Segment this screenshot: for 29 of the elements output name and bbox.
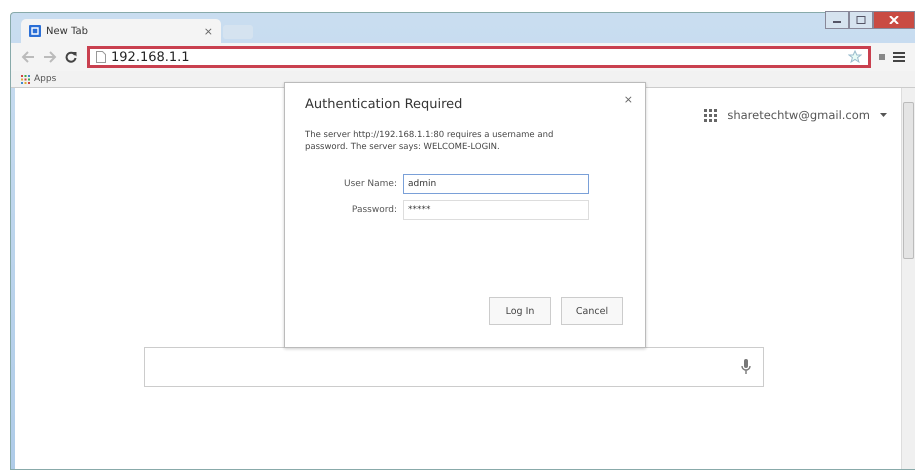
browser-tab[interactable]: New Tab ×	[21, 19, 221, 43]
page-icon	[96, 51, 106, 63]
reload-icon[interactable]	[65, 51, 77, 63]
star-icon[interactable]	[848, 50, 862, 64]
apps-bookmark[interactable]: Apps	[21, 74, 56, 84]
field-label: Password:	[350, 204, 397, 215]
close-icon	[889, 16, 899, 24]
close-dialog-button[interactable]: ×	[624, 93, 633, 106]
microphone-icon[interactable]	[741, 359, 751, 375]
account-email[interactable]: sharetechtw@gmail.com	[727, 108, 870, 122]
menu-icon[interactable]	[893, 52, 905, 62]
close-tab-button[interactable]: ×	[204, 24, 213, 38]
minimize-button[interactable]	[825, 11, 849, 29]
dialog-message: The server http://192.168.1.1:80 requires a username and password. The server says: WELCOME-LOGIN.	[305, 130, 554, 154]
maximize-icon	[856, 16, 866, 24]
apps-grid-icon	[21, 74, 30, 84]
close-window-button[interactable]	[873, 11, 915, 29]
dialog-button[interactable]: Cancel	[561, 297, 623, 325]
input-field[interactable]: *****	[403, 200, 589, 220]
page-icon	[29, 25, 41, 37]
caret-icon[interactable]	[880, 113, 887, 117]
dialog-title: Authentication Required	[305, 97, 462, 112]
address-bar[interactable]: 192.168.1.1	[87, 46, 871, 68]
input-field[interactable]: admin	[403, 174, 589, 194]
field-label: User Name:	[343, 178, 397, 189]
scrollbar[interactable]	[901, 88, 915, 469]
dialog-button[interactable]: Log In	[489, 297, 551, 325]
maximize-button[interactable]	[849, 11, 873, 29]
apps-grid-icon[interactable]	[704, 108, 718, 122]
